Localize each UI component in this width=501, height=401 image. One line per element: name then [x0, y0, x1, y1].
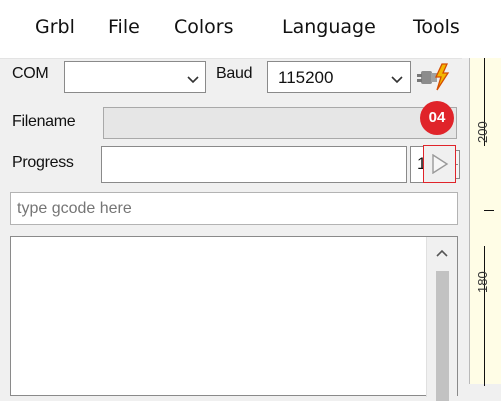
- panel-splitter[interactable]: [462, 58, 469, 384]
- baud-select[interactable]: 115200: [267, 61, 411, 93]
- ruler-label-200: 200: [475, 121, 490, 143]
- menu-file[interactable]: File: [108, 16, 140, 38]
- progress-bar: [101, 146, 407, 183]
- menu-grbl[interactable]: Grbl: [35, 16, 75, 38]
- vertical-ruler: 200 180: [469, 58, 501, 386]
- gcode-input-box[interactable]: [10, 192, 458, 225]
- com-select[interactable]: [64, 61, 206, 93]
- log-scrollbar[interactable]: [426, 237, 457, 401]
- menu-colors[interactable]: Colors: [174, 16, 234, 38]
- scrollbar-thumb[interactable]: [436, 271, 449, 401]
- gcode-input[interactable]: [15, 197, 449, 221]
- progress-label: Progress: [12, 154, 74, 171]
- menu-tools[interactable]: Tools: [413, 16, 460, 38]
- annotation-badge: 04: [420, 101, 454, 135]
- ruler-tick: [484, 246, 485, 386]
- ruler-tick: [484, 210, 494, 211]
- baud-value: 115200: [278, 68, 334, 87]
- filename-label: Filename: [12, 113, 76, 130]
- chevron-down-icon: [391, 76, 403, 84]
- chevron-down-icon: [187, 76, 199, 84]
- log-output: [10, 236, 458, 401]
- chevron-up-icon[interactable]: [435, 247, 449, 259]
- com-label: COM: [12, 65, 49, 82]
- lightning-plug-icon[interactable]: [416, 60, 452, 94]
- baud-label: Baud: [216, 65, 253, 82]
- play-icon: [432, 154, 449, 174]
- send-button[interactable]: [423, 145, 456, 183]
- ruler-label-180: 180: [475, 271, 490, 293]
- menu-language[interactable]: Language: [282, 16, 376, 38]
- filename-field: [103, 107, 457, 139]
- menu-bar: Grbl File Colors Language Tools: [0, 0, 501, 59]
